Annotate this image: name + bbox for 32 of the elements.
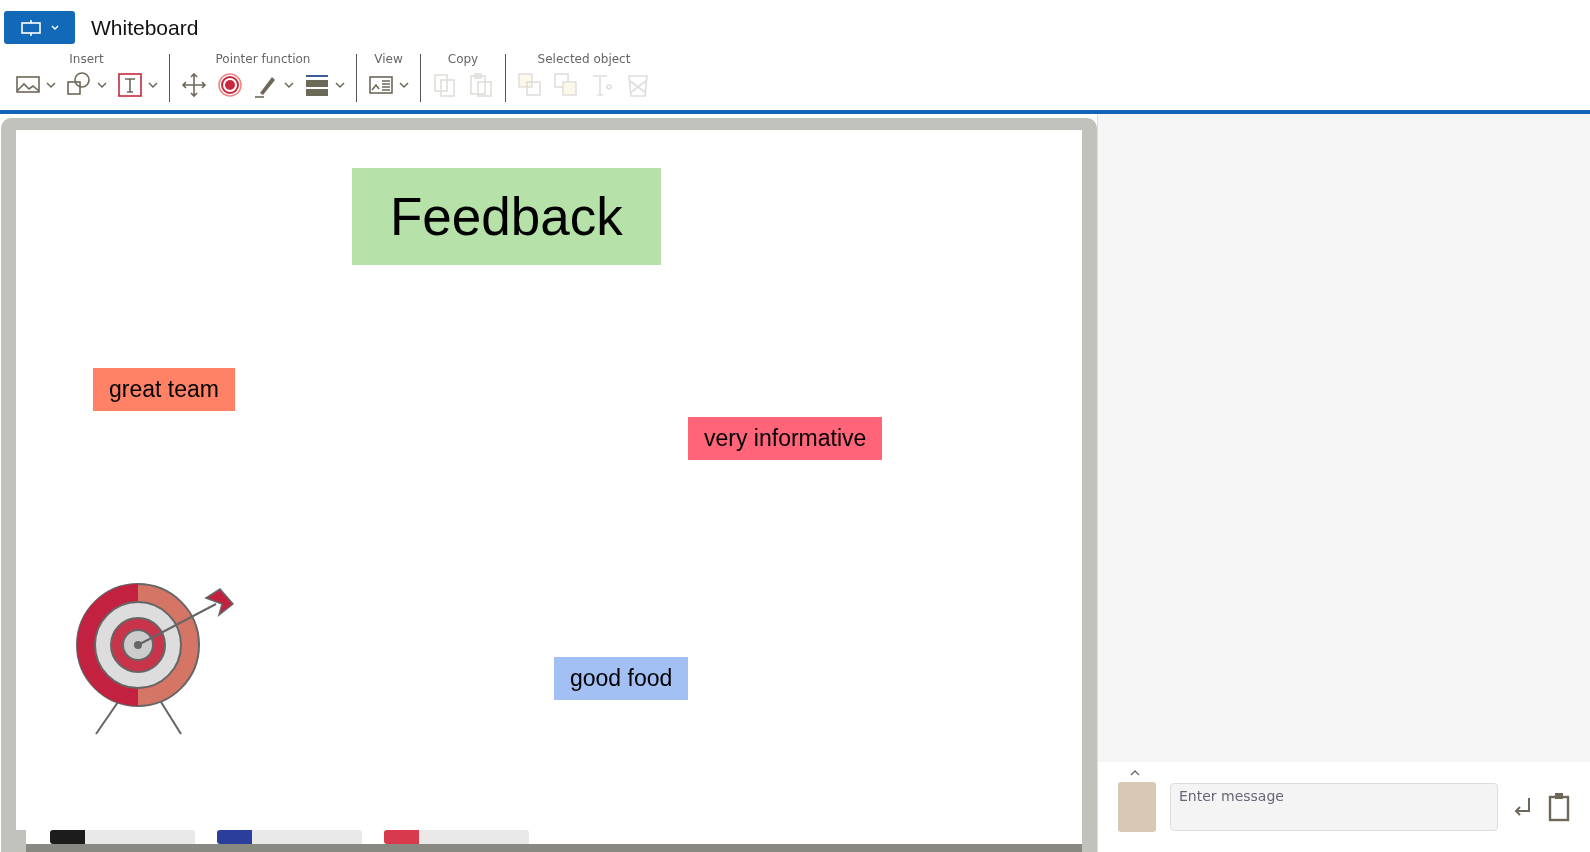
screen-icon — [19, 19, 42, 36]
caret-icon — [147, 81, 159, 89]
group-label: Copy — [447, 52, 479, 66]
text-icon — [116, 71, 144, 99]
marker[interactable] — [50, 830, 195, 844]
window-title: Whiteboard — [91, 15, 199, 40]
sticky-note[interactable]: Feedback — [352, 168, 661, 265]
target-icon — [216, 71, 244, 99]
sticky-note[interactable]: good food — [554, 657, 689, 700]
clipboard-icon[interactable] — [1548, 792, 1570, 822]
group-label: View — [374, 52, 403, 66]
caret-icon — [45, 81, 57, 89]
marker[interactable] — [384, 830, 529, 844]
avatar-placeholder — [1118, 782, 1156, 832]
caret-icon — [334, 81, 346, 89]
group-label: Insert — [69, 52, 104, 66]
send-backward-icon — [552, 71, 580, 99]
sticky-note[interactable]: very informative — [688, 417, 883, 460]
group-label: Pointer function — [215, 52, 311, 66]
paste-icon — [467, 71, 495, 99]
caret-icon — [96, 81, 108, 89]
caret-icon — [49, 23, 60, 32]
expand-icon[interactable] — [1130, 770, 1140, 776]
move-icon — [180, 71, 208, 99]
caret-icon — [283, 81, 295, 89]
message-input-field[interactable]: Enter message — [1170, 783, 1498, 831]
sticky-note[interactable]: great team — [93, 368, 235, 411]
board-mode-button[interactable] — [4, 11, 75, 44]
bring-forward-icon — [516, 71, 544, 99]
group-label: Selected object — [537, 52, 631, 66]
caret-icon — [398, 81, 410, 89]
marker[interactable] — [217, 830, 362, 844]
